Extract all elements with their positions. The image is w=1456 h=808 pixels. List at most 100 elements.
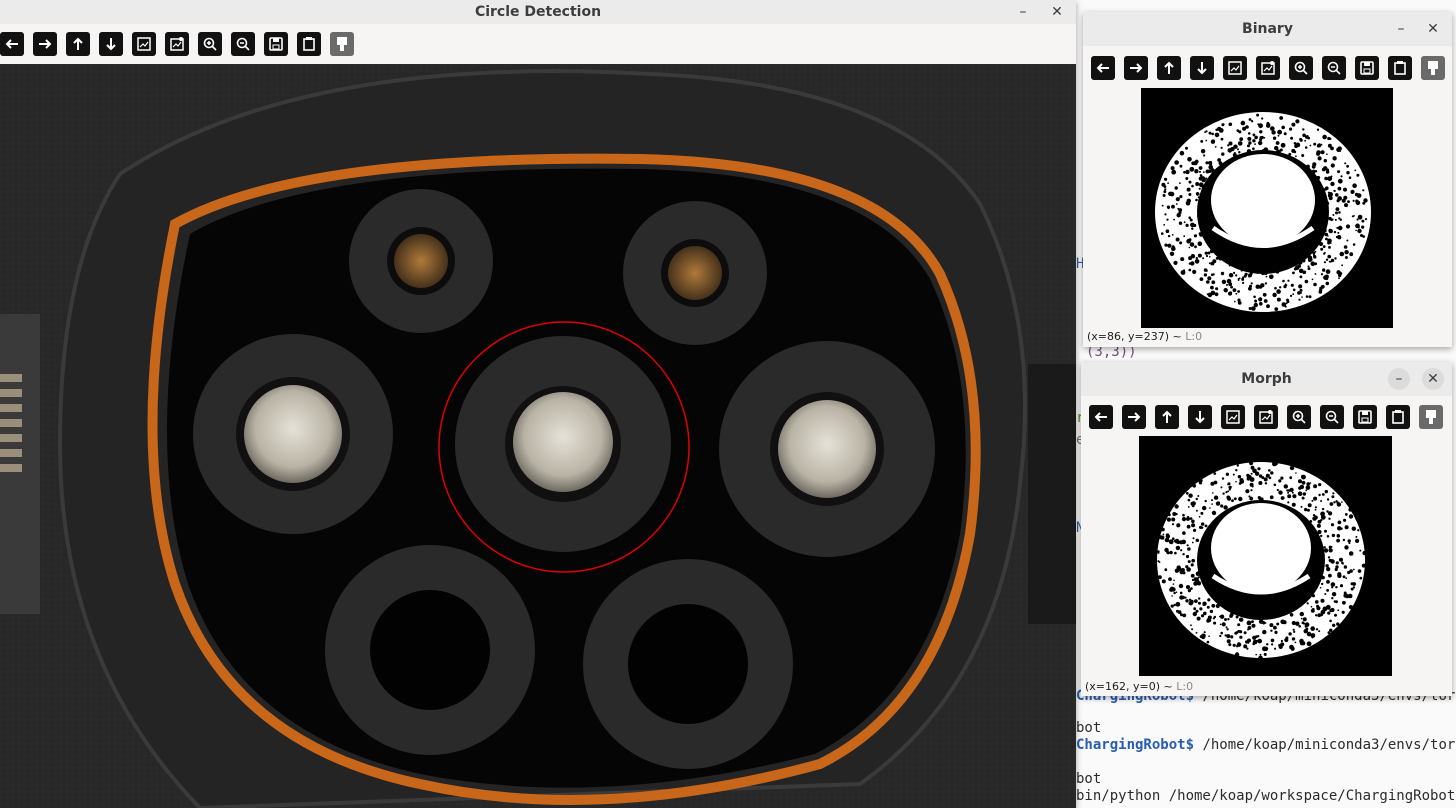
zoom-fit-icon [1261, 61, 1275, 75]
binary-titlebar[interactable]: Binary – ✕ [1083, 12, 1452, 46]
pan-down-button[interactable] [99, 32, 123, 56]
save-button[interactable] [264, 32, 288, 56]
minimize-button[interactable]: – [1390, 18, 1412, 40]
camera-image[interactable] [0, 64, 1076, 808]
socket-mid-right [719, 341, 935, 557]
properties-icon [1426, 410, 1436, 424]
morph-toolbar [1081, 403, 1452, 431]
copy-clipboard-button[interactable] [297, 32, 321, 56]
zoom-original-button[interactable] [132, 32, 156, 56]
morph-image[interactable] [1139, 436, 1392, 676]
pan-right-button[interactable] [1122, 405, 1146, 429]
zoom-fit-icon [1259, 410, 1273, 424]
save-button[interactable] [1355, 56, 1379, 80]
pan-up-icon [73, 37, 83, 50]
pan-up-icon [1162, 410, 1172, 423]
binary-toolbar [1083, 54, 1452, 82]
close-button[interactable]: ✕ [1422, 368, 1444, 390]
pan-right-button[interactable] [33, 32, 57, 56]
save-button[interactable] [1353, 405, 1377, 429]
right-latch [1028, 364, 1076, 624]
image-toolbar [0, 30, 1076, 58]
socket-center [455, 336, 671, 552]
zoom-in-button[interactable] [1289, 56, 1313, 80]
close-button[interactable]: ✕ [1046, 1, 1068, 23]
window-title: Binary [1242, 21, 1293, 37]
zoom-in-button[interactable] [1287, 405, 1311, 429]
pan-down-icon [106, 38, 116, 51]
socket-top-right [623, 201, 767, 345]
pan-down-button[interactable] [1188, 405, 1212, 429]
morph-status-bar: (x=162, y=0) ~ L:0 [1085, 680, 1194, 693]
zoom-out-button[interactable] [1320, 405, 1344, 429]
zoom-in-button[interactable] [198, 32, 222, 56]
zoom-in-icon [203, 37, 217, 51]
terminal-line: bin/python /home/koap/workspace/Charging… [1076, 788, 1456, 804]
zoom-out-icon [1325, 410, 1339, 424]
pan-left-button[interactable] [1089, 405, 1113, 429]
copy-clipboard-button[interactable] [1386, 405, 1410, 429]
pan-left-icon [1096, 63, 1109, 73]
main-titlebar[interactable]: Circle Detection – ✕ [0, 0, 1076, 24]
minimize-button[interactable]: – [1012, 1, 1034, 23]
zoom-fit-button[interactable] [1256, 56, 1280, 80]
zoom-original-button[interactable] [1223, 56, 1247, 80]
binary-image[interactable] [1141, 88, 1393, 328]
save-icon [269, 37, 283, 51]
copy-clipboard-icon [1392, 410, 1404, 424]
socket-bottom-left [325, 545, 535, 755]
pan-left-icon [5, 39, 18, 49]
zoom-out-icon [1327, 61, 1341, 75]
zoom-fit-button[interactable] [165, 32, 189, 56]
pan-down-icon [1195, 411, 1205, 424]
properties-icon [1428, 61, 1438, 75]
properties-button[interactable] [1421, 56, 1445, 80]
socket-bottom-right [583, 559, 793, 769]
terminal-line: ChargingRobot$ /home/koap/miniconda3/env… [1076, 737, 1456, 753]
properties-button[interactable] [1419, 405, 1443, 429]
pan-right-button[interactable] [1124, 56, 1148, 80]
properties-icon [337, 37, 347, 51]
zoom-out-icon [236, 37, 250, 51]
window-title: Morph [1241, 371, 1292, 387]
pan-up-button[interactable] [1155, 405, 1179, 429]
minimize-button[interactable]: – [1388, 368, 1410, 390]
pan-up-button[interactable] [1157, 56, 1181, 80]
zoom-out-button[interactable] [1322, 56, 1346, 80]
zoom-fit-icon [170, 37, 184, 51]
pan-down-icon [1197, 62, 1207, 75]
pan-up-icon [1164, 61, 1174, 74]
binary-status-bar: (x=86, y=237) ~ L:0 [1087, 330, 1203, 343]
pan-right-icon [1130, 63, 1143, 73]
circle-detection-window[interactable]: Circle Detection – ✕ [0, 0, 1076, 808]
zoom-original-button[interactable] [1221, 405, 1245, 429]
zoom-out-button[interactable] [231, 32, 255, 56]
copy-clipboard-button[interactable] [1388, 56, 1412, 80]
copy-clipboard-icon [303, 37, 315, 51]
socket-mid-left [193, 334, 393, 534]
zoom-original-icon [1226, 410, 1240, 424]
zoom-original-icon [137, 37, 151, 51]
socket-top-left [349, 189, 493, 333]
binary-window[interactable]: Binary – ✕ (x=86, y=237) ~ L:0 [1083, 12, 1452, 347]
window-title: Circle Detection [474, 4, 602, 20]
zoom-fit-button[interactable] [1254, 405, 1278, 429]
pan-right-icon [1128, 412, 1141, 422]
terminal-line: bot [1076, 771, 1102, 787]
pan-up-button[interactable] [66, 32, 90, 56]
zoom-in-icon [1294, 61, 1308, 75]
terminal-line: bot [1076, 720, 1102, 736]
properties-button[interactable] [330, 32, 354, 56]
pan-right-icon [39, 39, 52, 49]
zoom-in-icon [1292, 410, 1306, 424]
zoom-original-icon [1228, 61, 1242, 75]
morph-titlebar[interactable]: Morph – ✕ [1081, 362, 1452, 396]
morph-window[interactable]: Morph – ✕ (x=162, y=0) ~ L:0 [1081, 362, 1452, 696]
pan-left-button[interactable] [0, 32, 24, 56]
save-icon [1358, 410, 1372, 424]
copy-clipboard-icon [1394, 61, 1406, 75]
save-icon [1360, 61, 1374, 75]
close-button[interactable]: ✕ [1422, 18, 1444, 40]
pan-down-button[interactable] [1190, 56, 1214, 80]
pan-left-button[interactable] [1091, 56, 1115, 80]
